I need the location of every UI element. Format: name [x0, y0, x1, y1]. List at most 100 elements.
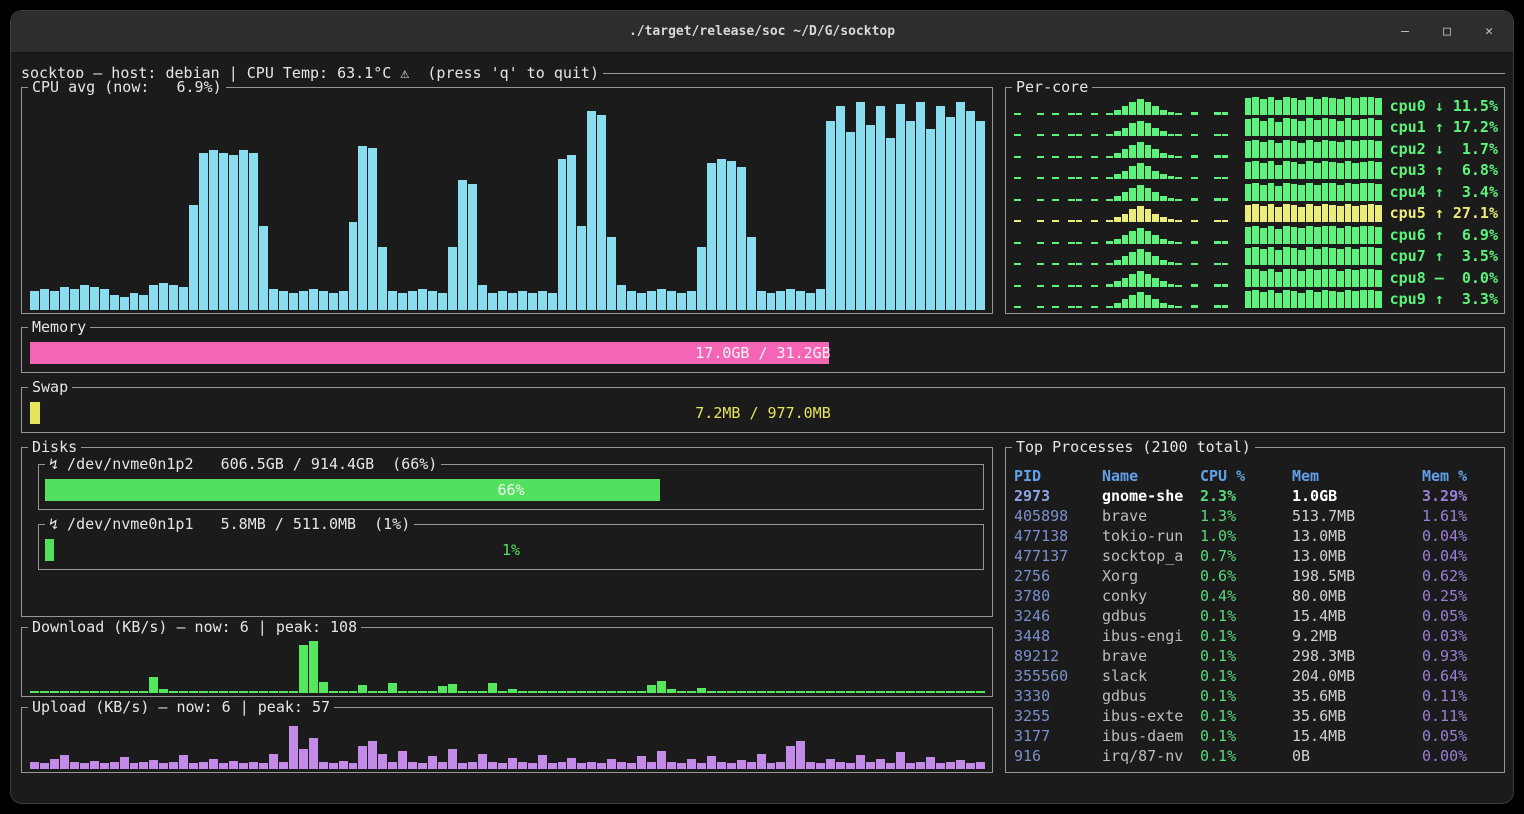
core-history-bar	[1245, 184, 1252, 201]
process-row[interactable]: 405898brave1.3%513.7MB1.61%	[1014, 506, 1498, 526]
core-history-bar	[1322, 140, 1329, 158]
core-history-bar	[1129, 166, 1136, 179]
download-history-bar	[836, 691, 845, 693]
cpu-history-bar	[886, 138, 895, 310]
upload-history-bar	[458, 763, 467, 769]
maximize-button[interactable]: □	[1439, 24, 1455, 39]
upload-history-bar	[358, 746, 367, 769]
process-row[interactable]: 89212brave0.1%298.3MB0.93%	[1014, 646, 1498, 666]
core-history-bar	[1091, 220, 1098, 222]
upload-history-bar	[786, 746, 795, 769]
download-history-bar	[667, 689, 676, 693]
upload-history-bar	[558, 762, 567, 769]
download-history-bar	[567, 691, 576, 693]
process-row[interactable]: 477137socktop_a0.7%13.0MB0.04%	[1014, 546, 1498, 566]
titlebar[interactable]: ./target/release/soc ~/D/G/socktop – □ ✕	[11, 11, 1513, 53]
download-history-bar	[707, 691, 716, 693]
process-row[interactable]: 3330gdbus0.1%35.6MB0.11%	[1014, 686, 1498, 706]
download-history-bar	[717, 691, 726, 693]
process-pid: 3177	[1014, 726, 1102, 746]
process-mem-percent: 0.11%	[1422, 706, 1498, 726]
upload-history-bar	[747, 762, 756, 769]
download-history-bar	[339, 691, 348, 693]
download-history-bar	[120, 691, 129, 693]
process-mem-percent: 0.11%	[1422, 686, 1498, 706]
upload-history-bar	[538, 755, 547, 769]
process-row[interactable]: 3448ibus-engi0.1%9.2MB0.03%	[1014, 626, 1498, 646]
cpu-history-bar	[349, 222, 358, 310]
download-history-bar	[149, 677, 158, 694]
core-history-bar	[1368, 290, 1375, 308]
core-history-bar	[1052, 134, 1059, 136]
process-row[interactable]: 2756Xorg0.6%198.5MB0.62%	[1014, 566, 1498, 586]
cpu-history-bar	[916, 102, 925, 310]
process-cpu: 0.1%	[1200, 706, 1292, 726]
upload-history-bar	[70, 762, 79, 769]
upload-history-bar	[796, 741, 805, 769]
upload-history-bar	[926, 757, 935, 769]
process-row[interactable]: 916irq/87-nv0.1%0B0.00%	[1014, 746, 1498, 766]
upload-history-bar	[40, 763, 49, 769]
core-history-bar	[1068, 199, 1075, 201]
core-history-bar	[1106, 113, 1113, 115]
cpu-history-bar	[577, 226, 586, 310]
process-mem: 80.0MB	[1292, 586, 1422, 606]
process-row[interactable]: 2973gnome-she2.3%1.0GB3.29%	[1014, 486, 1498, 506]
process-pid: 3448	[1014, 626, 1102, 646]
core-label: cpu1 ↑ 17.2%	[1390, 118, 1498, 136]
core-row-cpu0: cpu0 ↓ 11.5%	[1014, 96, 1498, 116]
core-history-bar	[1298, 143, 1305, 158]
download-history-bar	[319, 682, 328, 693]
memory-title: Memory	[28, 318, 90, 336]
process-row[interactable]: 3255ibus-exte0.1%35.6MB0.11%	[1014, 706, 1498, 726]
core-history-bar	[1091, 113, 1098, 115]
upload-history-bar	[418, 763, 427, 769]
core-history-bar	[1129, 209, 1136, 222]
process-row[interactable]: 355560slack0.1%204.0MB0.64%	[1014, 666, 1498, 686]
core-history-bar	[1275, 250, 1282, 265]
process-row[interactable]: 477138tokio-run1.0%13.0MB0.04%	[1014, 526, 1498, 546]
cpu-history-bar	[707, 163, 716, 310]
upload-history-bar	[617, 762, 626, 769]
upload-history-bar	[209, 759, 218, 769]
core-history-bar	[1137, 228, 1144, 244]
cpu-history-bar	[100, 289, 109, 310]
per-core-panel: Per-core cpu0 ↓ 11.5%cpu1 ↑ 17.2%cpu2 ↓ …	[1005, 87, 1505, 314]
core-history-bar	[1352, 120, 1359, 137]
core-history-bar	[1222, 155, 1229, 158]
core-sparkline	[1014, 183, 1382, 201]
download-history-bar	[289, 691, 298, 693]
core-history-bar	[1322, 97, 1329, 115]
core-history-bar	[1037, 113, 1044, 115]
process-row[interactable]: 3177ibus-daem0.1%15.4MB0.05%	[1014, 726, 1498, 746]
column-mem: Mem	[1292, 466, 1422, 486]
core-history-bar	[1337, 99, 1344, 115]
core-history-bar	[1160, 303, 1167, 308]
core-history-bar	[1091, 263, 1098, 265]
core-row-cpu9: cpu9 ↑ 3.3%	[1014, 289, 1498, 309]
close-button[interactable]: ✕	[1481, 24, 1497, 39]
core-history-bar	[1175, 199, 1182, 201]
process-row[interactable]: 3246gdbus0.1%15.4MB0.05%	[1014, 606, 1498, 626]
download-history-bar	[60, 691, 69, 693]
core-history-bar	[1322, 290, 1329, 308]
core-history-bar	[1160, 217, 1167, 222]
core-history-bar	[1168, 219, 1175, 222]
upload-history-bar	[896, 752, 905, 769]
cpu-history-bar	[956, 102, 965, 310]
process-mem: 13.0MB	[1292, 526, 1422, 546]
core-history-bar	[1245, 291, 1252, 308]
cpu-avg-panel: CPU avg (now: 6.9%)	[21, 87, 993, 314]
core-row-cpu5: cpu5 ↑ 27.1%	[1014, 203, 1498, 223]
minimize-button[interactable]: –	[1397, 24, 1413, 39]
core-history-bar	[1360, 140, 1367, 158]
core-row-cpu1: cpu1 ↑ 17.2%	[1014, 117, 1498, 137]
upload-history-bar	[727, 763, 736, 769]
cpu-history-bar	[40, 289, 49, 310]
process-row[interactable]: 3780conky0.4%80.0MB0.25%	[1014, 586, 1498, 606]
core-history-bar	[1222, 112, 1229, 115]
core-history-bar	[1014, 242, 1021, 244]
download-history-bar	[219, 691, 228, 693]
process-name: conky	[1102, 586, 1200, 606]
process-pid: 355560	[1014, 666, 1102, 686]
